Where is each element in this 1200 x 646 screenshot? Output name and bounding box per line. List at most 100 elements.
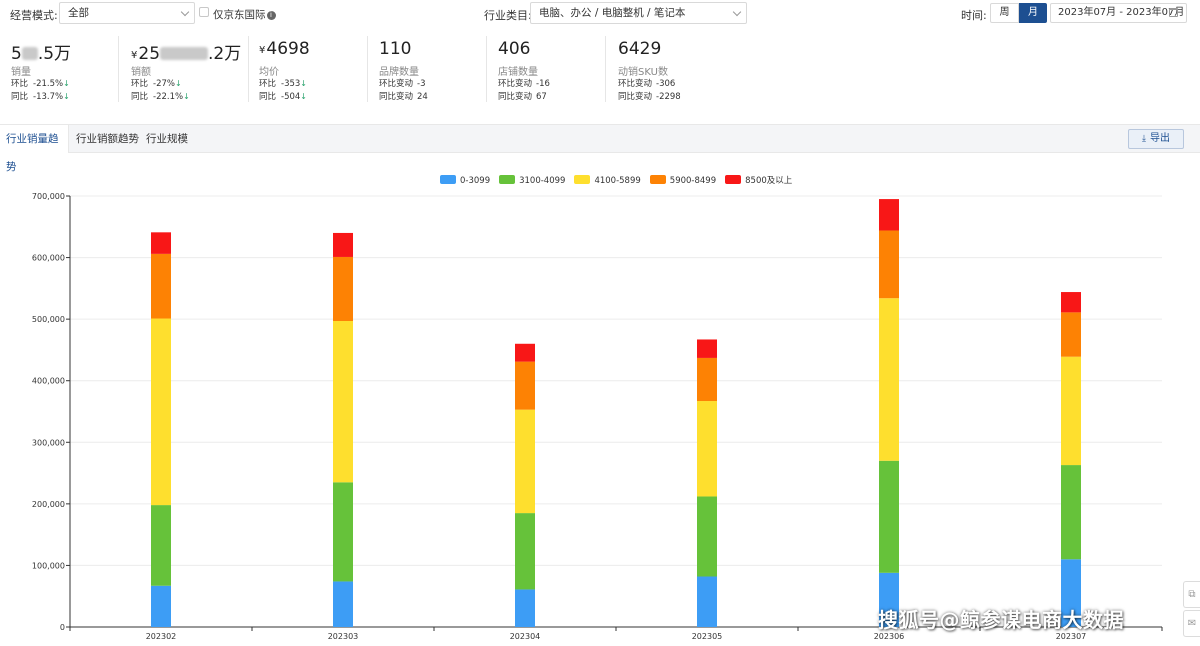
kpi-value: 406 xyxy=(498,39,531,59)
bar-segment xyxy=(697,496,717,577)
y-tick-label: 500,000 xyxy=(32,315,65,324)
bar-segment xyxy=(333,320,353,483)
kpi-brand-count: 110 品牌数量 环比变动 -3 同比变动 24 xyxy=(368,36,487,102)
arrow-down-icon: ↓ xyxy=(300,92,307,101)
kpi-value: 6429 xyxy=(618,39,662,59)
legend-swatch xyxy=(725,175,742,184)
x-tick-label: 202307 xyxy=(1056,632,1087,641)
kpi-value: ¥25.2万 xyxy=(131,44,242,64)
blurred-digits xyxy=(21,47,38,60)
kpi-yoy: 同比变动 -2298 xyxy=(618,92,681,102)
kpi-active-sku: 6429 动销SKU数 环比变动 -306 同比变动 -2298 xyxy=(606,36,725,102)
arrow-down-icon: ↓ xyxy=(174,79,182,88)
side-feedback-button[interactable]: ✉ xyxy=(1183,610,1200,637)
jd-intl-checkbox[interactable] xyxy=(199,7,209,17)
legend-item[interactable]: 3100-4099 xyxy=(499,175,565,186)
arrow-down-icon: ↓ xyxy=(63,79,70,88)
kpi-row: 5.5万 销量 环比 -21.5%↓ 同比 -13.7%↓ ¥25.2万 销额 环比… xyxy=(0,36,1200,104)
kpi-store-count: 406 店铺数量 环比变动 -16 同比变动 67 xyxy=(487,36,606,102)
x-tick-label: 202302 xyxy=(146,632,177,641)
filter-bar: 经营模式: 全部 仅京东国际 i 行业类目: 电脑、办公 / 电脑整机 / 笔记本… xyxy=(0,0,1200,26)
bar-segment xyxy=(151,253,171,319)
kpi-mom: 环比变动 -306 xyxy=(618,79,676,89)
category-label: 行业类目: xyxy=(484,9,532,22)
bar-segment xyxy=(1061,292,1081,313)
legend-item[interactable]: 8500及以上 xyxy=(725,174,792,186)
chart-legend: 0-3099 3100-4099 4100-5899 5900-8499 8500及以上 xyxy=(440,172,801,186)
x-tick-label: 202306 xyxy=(874,632,905,641)
kpi-yoy: 同比变动 24 xyxy=(379,92,428,102)
legend-label: 3100-4099 xyxy=(519,176,566,186)
mode-label: 经营模式: xyxy=(10,9,58,22)
legend-item[interactable]: 5900-8499 xyxy=(649,175,717,186)
period-week-button[interactable]: 周 xyxy=(990,3,1019,23)
bar-segment xyxy=(697,357,717,402)
side-share-button[interactable]: ⧉ xyxy=(1183,581,1200,608)
kpi-mom: 环比 -353↓ xyxy=(259,79,307,89)
bar-segment xyxy=(879,298,899,461)
legend-item[interactable]: 0-3099 xyxy=(440,175,490,186)
bar-segment xyxy=(515,513,535,590)
blurred-digits xyxy=(160,47,209,60)
bar-segment xyxy=(151,585,171,627)
calendar-icon xyxy=(1169,8,1178,17)
kpi-value: ¥4698 xyxy=(259,39,310,59)
y-tick-label: 300,000 xyxy=(32,438,65,447)
chevron-down-icon xyxy=(732,7,742,17)
kpi-yoy: 同比 -13.7%↓ xyxy=(11,92,70,102)
tab-sales-volume-trend[interactable]: 行业销量趋势 xyxy=(0,125,69,173)
legend-item[interactable]: 4100-5899 xyxy=(574,175,641,186)
bar-segment xyxy=(1061,465,1081,560)
date-range-picker[interactable]: 2023年07月 - 2023年07月 xyxy=(1050,3,1187,23)
legend-label: 0-3099 xyxy=(460,176,491,186)
kpi-mom: 环比 -27%↓ xyxy=(131,79,182,89)
y-tick-label: 600,000 xyxy=(32,254,65,263)
watermark-text: 搜狐号@鲸参谋电商大数据 xyxy=(878,608,1124,632)
y-tick-label: 400,000 xyxy=(32,377,65,386)
legend-swatch xyxy=(499,175,516,184)
stacked-bar-chart: 0-3099 3100-4099 4100-5899 5900-8499 8500及以上… xyxy=(0,160,1200,646)
kpi-sales-amount: ¥25.2万 销额 环比 -27%↓ 同比 -22.1%↓ xyxy=(119,36,249,102)
info-icon[interactable]: i xyxy=(266,11,276,20)
kpi-value: 110 xyxy=(379,39,412,59)
bar-segment xyxy=(1061,312,1081,357)
legend-label: 8500及以上 xyxy=(745,176,793,186)
category-select[interactable]: 电脑、办公 / 电脑整机 / 笔记本 xyxy=(530,2,747,24)
bar-segment xyxy=(515,409,535,514)
kpi-name: 销额 xyxy=(131,67,151,78)
category-select-value: 电脑、办公 / 电脑整机 / 笔记本 xyxy=(539,7,686,19)
kpi-yoy: 同比 -504↓ xyxy=(259,92,307,102)
chart-canvas: 0 100,000 200,000 300,000 400,000 500,000 600,… xyxy=(32,192,1163,641)
bar-segment xyxy=(697,576,717,627)
bar-segment xyxy=(697,401,717,497)
x-tick-label: 202304 xyxy=(510,632,541,641)
kpi-avg-price: ¥4698 均价 环比 -353↓ 同比 -504↓ xyxy=(249,36,368,102)
kpi-value: 5.5万 xyxy=(11,44,72,64)
bar-segment xyxy=(879,230,899,299)
mode-select[interactable]: 全部 xyxy=(59,2,195,24)
chevron-down-icon xyxy=(180,7,190,17)
export-button[interactable]: ⤓ 导出 xyxy=(1128,129,1184,149)
kpi-mom: 环比变动 -3 xyxy=(379,79,426,89)
date-range-value: 2023年07月 - 2023年07月 xyxy=(1058,7,1185,18)
y-tick-label: 0 xyxy=(60,623,65,632)
kpi-name: 品牌数量 xyxy=(379,67,419,78)
time-label: 时间: xyxy=(961,9,987,22)
bar-segment xyxy=(333,256,353,321)
tab-sales-amount-trend[interactable]: 行业销额趋势 xyxy=(76,125,139,153)
bar-segment xyxy=(879,460,899,573)
legend-label: 5900-8499 xyxy=(669,176,717,186)
kpi-yoy: 同比 -22.1%↓ xyxy=(131,92,190,102)
bar-segment xyxy=(151,232,171,254)
tab-industry-scale[interactable]: 行业规模 xyxy=(146,125,188,153)
bar-segment xyxy=(1061,356,1081,466)
download-icon: ⤓ xyxy=(1142,134,1146,144)
kpi-name: 动销SKU数 xyxy=(618,67,668,78)
period-month-button[interactable]: 月 xyxy=(1019,3,1047,23)
x-tick-label: 202305 xyxy=(692,632,723,641)
y-tick-label: 700,000 xyxy=(32,192,65,201)
legend-swatch xyxy=(574,175,591,184)
arrow-down-icon: ↓ xyxy=(300,79,307,88)
bar-segment xyxy=(333,581,353,627)
bar-segment xyxy=(515,589,535,627)
